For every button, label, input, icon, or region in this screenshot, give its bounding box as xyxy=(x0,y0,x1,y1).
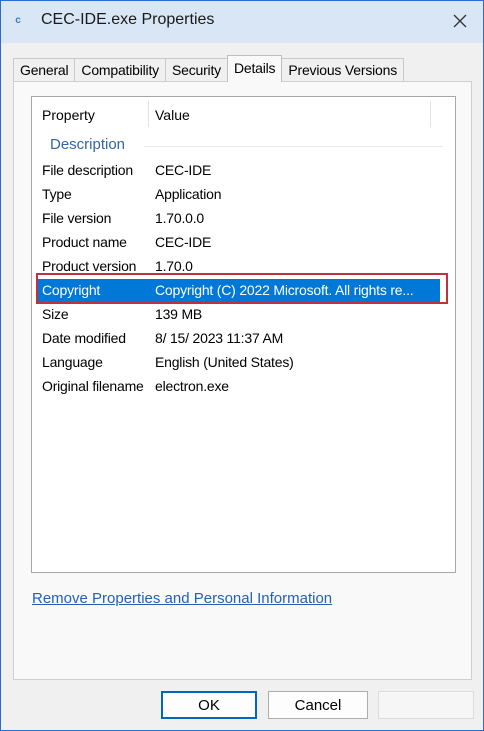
property-value: English (United States) xyxy=(155,354,294,370)
property-value: 1.70.0 xyxy=(155,258,193,274)
remove-properties-link[interactable]: Remove Properties and Personal Informati… xyxy=(32,590,332,607)
list-row-selected[interactable]: Copyright Copyright (C) 2022 Microsoft. … xyxy=(36,273,448,304)
column-header-property[interactable]: Property xyxy=(42,107,95,123)
tab-security[interactable]: Security xyxy=(164,58,228,81)
property-name: Size xyxy=(42,306,69,322)
property-name: Type xyxy=(42,186,72,202)
close-button[interactable] xyxy=(443,5,477,37)
property-name: Original filename xyxy=(42,378,144,394)
property-value: 8/ 15/ 2023 11:37 AM xyxy=(155,330,284,346)
app-icon: c xyxy=(15,15,21,26)
ok-button[interactable]: OK xyxy=(161,691,257,719)
column-divider[interactable] xyxy=(430,101,431,127)
property-name: Date modified xyxy=(42,330,126,346)
property-name: File description xyxy=(42,162,133,178)
property-value: Copyright (C) 2022 Microsoft. All rights… xyxy=(155,282,414,298)
list-row[interactable]: Type Application xyxy=(38,183,440,206)
window-title: CEC-IDE.exe Properties xyxy=(41,11,215,28)
title-bar[interactable]: c CEC-IDE.exe Properties xyxy=(1,1,483,43)
details-panel: Property Value Description File descript… xyxy=(13,81,472,680)
property-name: Language xyxy=(42,354,103,370)
property-name: File version xyxy=(42,210,112,226)
tab-strip: General Compatibility Security Details P… xyxy=(13,55,405,82)
close-icon xyxy=(453,14,467,28)
list-header: Property Value xyxy=(32,97,455,131)
list-row[interactable]: File version 1.70.0.0 xyxy=(38,207,440,230)
group-label: Description xyxy=(50,136,126,153)
list-row[interactable]: Original filename electron.exe xyxy=(38,375,440,398)
tab-general[interactable]: General xyxy=(13,58,76,81)
cancel-button[interactable]: Cancel xyxy=(268,691,368,719)
column-divider[interactable] xyxy=(148,101,149,127)
column-header-value[interactable]: Value xyxy=(155,107,190,123)
tab-previous-versions[interactable]: Previous Versions xyxy=(281,58,405,81)
property-name: Product name xyxy=(42,234,127,250)
list-row[interactable]: Size 139 MB xyxy=(38,303,440,326)
list-row[interactable]: Product name CEC-IDE xyxy=(38,231,440,254)
list-row[interactable]: Date modified 8/ 15/ 2023 11:37 AM xyxy=(38,327,440,350)
list-row[interactable]: Language English (United States) xyxy=(38,351,440,374)
details-list[interactable]: Property Value Description File descript… xyxy=(31,96,456,573)
properties-dialog: c CEC-IDE.exe Properties General Compati… xyxy=(0,0,484,731)
tab-details[interactable]: Details xyxy=(226,55,283,82)
property-value: CEC-IDE xyxy=(155,234,212,250)
property-value: 1.70.0.0 xyxy=(155,210,204,226)
property-value: Application xyxy=(155,186,222,202)
property-value: 139 MB xyxy=(155,306,203,322)
property-name: Product version xyxy=(42,258,137,274)
group-divider xyxy=(144,146,443,147)
list-row[interactable]: File description CEC-IDE xyxy=(38,159,440,182)
list-row[interactable]: Product version 1.70.0 xyxy=(38,255,440,278)
tab-compatibility[interactable]: Compatibility xyxy=(74,58,166,81)
property-value: electron.exe xyxy=(155,378,229,394)
property-value: CEC-IDE xyxy=(155,162,212,178)
property-name: Copyright xyxy=(42,282,101,298)
group-header: Description xyxy=(32,135,455,157)
apply-button[interactable] xyxy=(378,691,474,719)
